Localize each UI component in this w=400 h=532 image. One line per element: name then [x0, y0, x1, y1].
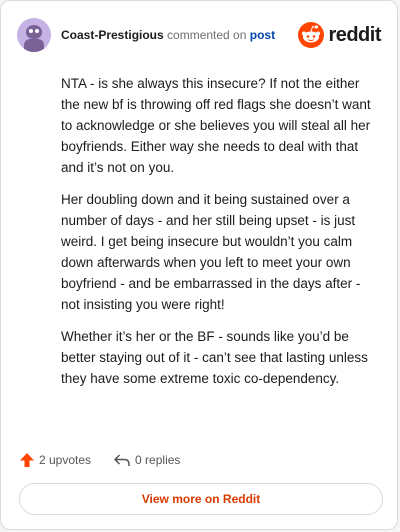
comment-body: NTA - is she always this insecure? If no…: [61, 73, 379, 400]
reddit-wordmark: reddit: [328, 23, 381, 46]
embedded-comment-card: Coast-Prestigious commented on post redd…: [0, 0, 398, 530]
reply-arrow-icon: [114, 454, 130, 466]
upvote-button[interactable]: 2 upvotes: [19, 452, 91, 468]
comment-actions: 2 upvotes 0 replies: [19, 449, 202, 471]
action-text: commented on: [167, 28, 247, 42]
comment-paragraph: NTA - is she always this insecure? If no…: [61, 76, 371, 175]
username-link[interactable]: Coast-Prestigious: [61, 28, 164, 42]
user-avatar[interactable]: [17, 18, 51, 52]
reddit-logo[interactable]: reddit: [298, 22, 381, 48]
comment-header: Coast-Prestigious commented on post redd…: [17, 17, 381, 53]
reddit-alien-icon: [298, 22, 325, 48]
reply-count: 0 replies: [135, 453, 181, 467]
comment-paragraph: Whether it’s her or the BF - sounds like…: [61, 329, 368, 386]
byline: Coast-Prestigious commented on post: [61, 28, 298, 42]
upvote-count: 2 upvotes: [39, 453, 92, 467]
post-link[interactable]: post: [250, 28, 275, 42]
view-more-button[interactable]: View more on Reddit: [19, 483, 383, 515]
comment-paragraph: Her doubling down and it being sustained…: [61, 192, 361, 312]
upvote-arrow-icon: [20, 453, 34, 467]
reply-button[interactable]: 0 replies: [113, 452, 180, 468]
